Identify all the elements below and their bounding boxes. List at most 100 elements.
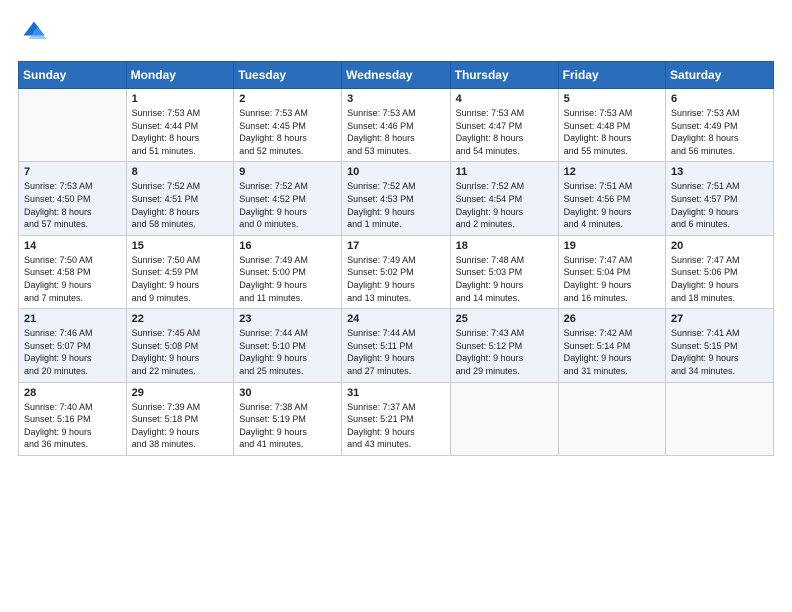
day-info: Sunrise: 7:52 AMSunset: 4:52 PMDaylight:…: [239, 180, 336, 230]
day-info: Sunrise: 7:53 AMSunset: 4:48 PMDaylight:…: [564, 107, 660, 157]
day-info: Sunrise: 7:53 AMSunset: 4:47 PMDaylight:…: [456, 107, 553, 157]
day-info: Sunrise: 7:44 AMSunset: 5:11 PMDaylight:…: [347, 327, 445, 377]
day-info: Sunrise: 7:49 AMSunset: 5:00 PMDaylight:…: [239, 254, 336, 304]
day-number: 26: [564, 313, 660, 325]
calendar-day-cell: 26 Sunrise: 7:42 AMSunset: 5:14 PMDayligh…: [558, 309, 665, 382]
day-info: Sunrise: 7:49 AMSunset: 5:02 PMDaylight:…: [347, 254, 445, 304]
calendar-day-cell: 29Sunrise: 7:39 AMSunset: 5:18 PMDayligh…: [126, 382, 234, 455]
calendar-day-cell: 18Sunrise: 7:48 AMSunset: 5:03 PMDayligh…: [450, 235, 558, 308]
logo: [18, 18, 48, 51]
calendar-day-cell: [666, 382, 774, 455]
calendar-day-cell: [450, 382, 558, 455]
day-number: 5: [564, 93, 660, 105]
calendar-day-cell: 21Sunrise: 7:46 AMSunset: 5:07 PMDayligh…: [19, 309, 127, 382]
weekday-header-wednesday: Wednesday: [342, 62, 451, 89]
day-number: 20: [671, 240, 768, 252]
calendar-day-cell: 5 Sunrise: 7:53 AMSunset: 4:48 PMDaylight…: [558, 89, 665, 162]
day-number: 9: [239, 166, 336, 178]
day-number: 11: [456, 166, 553, 178]
day-info: Sunrise: 7:46 AMSunset: 5:07 PMDaylight:…: [24, 327, 121, 377]
day-number: 28: [24, 387, 121, 399]
day-number: 16: [239, 240, 336, 252]
day-info: Sunrise: 7:44 AMSunset: 5:10 PMDaylight:…: [239, 327, 336, 377]
calendar-day-cell: 16 Sunrise: 7:49 AMSunset: 5:00 PMDayligh…: [234, 235, 342, 308]
calendar-day-cell: 2 Sunrise: 7:53 AMSunset: 4:45 PMDaylight…: [234, 89, 342, 162]
weekday-header-sunday: Sunday: [19, 62, 127, 89]
calendar-day-cell: 1 Sunrise: 7:53 AMSunset: 4:44 PMDaylight…: [126, 89, 234, 162]
calendar-day-cell: 8 Sunrise: 7:52 AMSunset: 4:51 PMDaylight…: [126, 162, 234, 235]
day-number: 14: [24, 240, 121, 252]
weekday-header-saturday: Saturday: [666, 62, 774, 89]
calendar-day-cell: 7 Sunrise: 7:53 AMSunset: 4:50 PMDaylight…: [19, 162, 127, 235]
weekday-header-tuesday: Tuesday: [234, 62, 342, 89]
calendar-table: SundayMondayTuesdayWednesdayThursdayFrid…: [18, 61, 774, 456]
calendar-day-cell: 22 Sunrise: 7:45 AMSunset: 5:08 PMDayligh…: [126, 309, 234, 382]
day-number: 19: [564, 240, 660, 252]
day-info: Sunrise: 7:48 AMSunset: 5:03 PMDaylight:…: [456, 254, 553, 304]
calendar-header-row: SundayMondayTuesdayWednesdayThursdayFrid…: [19, 62, 774, 89]
calendar-day-cell: 28Sunrise: 7:40 AMSunset: 5:16 PMDayligh…: [19, 382, 127, 455]
day-info: Sunrise: 7:50 AMSunset: 4:59 PMDaylight:…: [132, 254, 229, 304]
day-info: Sunrise: 7:51 AMSunset: 4:56 PMDaylight:…: [564, 180, 660, 230]
weekday-header-friday: Friday: [558, 62, 665, 89]
calendar-day-cell: 11 Sunrise: 7:52 AMSunset: 4:54 PMDayligh…: [450, 162, 558, 235]
calendar-day-cell: 23 Sunrise: 7:44 AMSunset: 5:10 PMDayligh…: [234, 309, 342, 382]
day-number: 12: [564, 166, 660, 178]
day-info: Sunrise: 7:53 AMSunset: 4:49 PMDaylight:…: [671, 107, 768, 157]
day-number: 15: [132, 240, 229, 252]
calendar-week-row: 1 Sunrise: 7:53 AMSunset: 4:44 PMDaylight…: [19, 89, 774, 162]
calendar-day-cell: 12 Sunrise: 7:51 AMSunset: 4:56 PMDayligh…: [558, 162, 665, 235]
day-info: Sunrise: 7:53 AMSunset: 4:44 PMDaylight:…: [132, 107, 229, 157]
day-info: Sunrise: 7:41 AMSunset: 5:15 PMDaylight:…: [671, 327, 768, 377]
weekday-header-monday: Monday: [126, 62, 234, 89]
day-number: 6: [671, 93, 768, 105]
day-info: Sunrise: 7:52 AMSunset: 4:54 PMDaylight:…: [456, 180, 553, 230]
calendar-day-cell: 14 Sunrise: 7:50 AMSunset: 4:58 PMDayligh…: [19, 235, 127, 308]
logo-icon: [20, 18, 48, 46]
day-number: 23: [239, 313, 336, 325]
calendar-day-cell: [19, 89, 127, 162]
day-info: Sunrise: 7:53 AMSunset: 4:50 PMDaylight:…: [24, 180, 121, 230]
calendar-day-cell: [558, 382, 665, 455]
day-info: Sunrise: 7:53 AMSunset: 4:46 PMDaylight:…: [347, 107, 445, 157]
calendar-day-cell: 15 Sunrise: 7:50 AMSunset: 4:59 PMDayligh…: [126, 235, 234, 308]
day-number: 29: [132, 387, 229, 399]
calendar-day-cell: 6 Sunrise: 7:53 AMSunset: 4:49 PMDaylight…: [666, 89, 774, 162]
calendar-day-cell: 19 Sunrise: 7:47 AMSunset: 5:04 PMDayligh…: [558, 235, 665, 308]
calendar-day-cell: 10 Sunrise: 7:52 AMSunset: 4:53 PMDayligh…: [342, 162, 451, 235]
day-number: 10: [347, 166, 445, 178]
day-info: Sunrise: 7:52 AMSunset: 4:51 PMDaylight:…: [132, 180, 229, 230]
page: SundayMondayTuesdayWednesdayThursdayFrid…: [0, 0, 792, 612]
day-info: Sunrise: 7:50 AMSunset: 4:58 PMDaylight:…: [24, 254, 121, 304]
calendar-day-cell: 3 Sunrise: 7:53 AMSunset: 4:46 PMDaylight…: [342, 89, 451, 162]
day-info: Sunrise: 7:45 AMSunset: 5:08 PMDaylight:…: [132, 327, 229, 377]
day-number: 17: [347, 240, 445, 252]
day-number: 30: [239, 387, 336, 399]
day-info: Sunrise: 7:51 AMSunset: 4:57 PMDaylight:…: [671, 180, 768, 230]
day-info: Sunrise: 7:47 AMSunset: 5:04 PMDaylight:…: [564, 254, 660, 304]
calendar-day-cell: 31Sunrise: 7:37 AMSunset: 5:21 PMDayligh…: [342, 382, 451, 455]
header: [18, 18, 774, 51]
calendar-week-row: 14 Sunrise: 7:50 AMSunset: 4:58 PMDayligh…: [19, 235, 774, 308]
calendar-week-row: 28Sunrise: 7:40 AMSunset: 5:16 PMDayligh…: [19, 382, 774, 455]
calendar-day-cell: 24Sunrise: 7:44 AMSunset: 5:11 PMDayligh…: [342, 309, 451, 382]
day-info: Sunrise: 7:42 AMSunset: 5:14 PMDaylight:…: [564, 327, 660, 377]
day-info: Sunrise: 7:53 AMSunset: 4:45 PMDaylight:…: [239, 107, 336, 157]
day-number: 2: [239, 93, 336, 105]
day-info: Sunrise: 7:52 AMSunset: 4:53 PMDaylight:…: [347, 180, 445, 230]
calendar-day-cell: 27 Sunrise: 7:41 AMSunset: 5:15 PMDayligh…: [666, 309, 774, 382]
calendar-day-cell: 25Sunrise: 7:43 AMSunset: 5:12 PMDayligh…: [450, 309, 558, 382]
day-number: 22: [132, 313, 229, 325]
day-number: 3: [347, 93, 445, 105]
day-info: Sunrise: 7:43 AMSunset: 5:12 PMDaylight:…: [456, 327, 553, 377]
day-number: 1: [132, 93, 229, 105]
day-info: Sunrise: 7:47 AMSunset: 5:06 PMDaylight:…: [671, 254, 768, 304]
calendar-week-row: 21Sunrise: 7:46 AMSunset: 5:07 PMDayligh…: [19, 309, 774, 382]
day-info: Sunrise: 7:38 AMSunset: 5:19 PMDaylight:…: [239, 401, 336, 451]
day-number: 8: [132, 166, 229, 178]
day-number: 7: [24, 166, 121, 178]
day-number: 13: [671, 166, 768, 178]
day-number: 27: [671, 313, 768, 325]
day-info: Sunrise: 7:37 AMSunset: 5:21 PMDaylight:…: [347, 401, 445, 451]
calendar-day-cell: 4Sunrise: 7:53 AMSunset: 4:47 PMDaylight…: [450, 89, 558, 162]
